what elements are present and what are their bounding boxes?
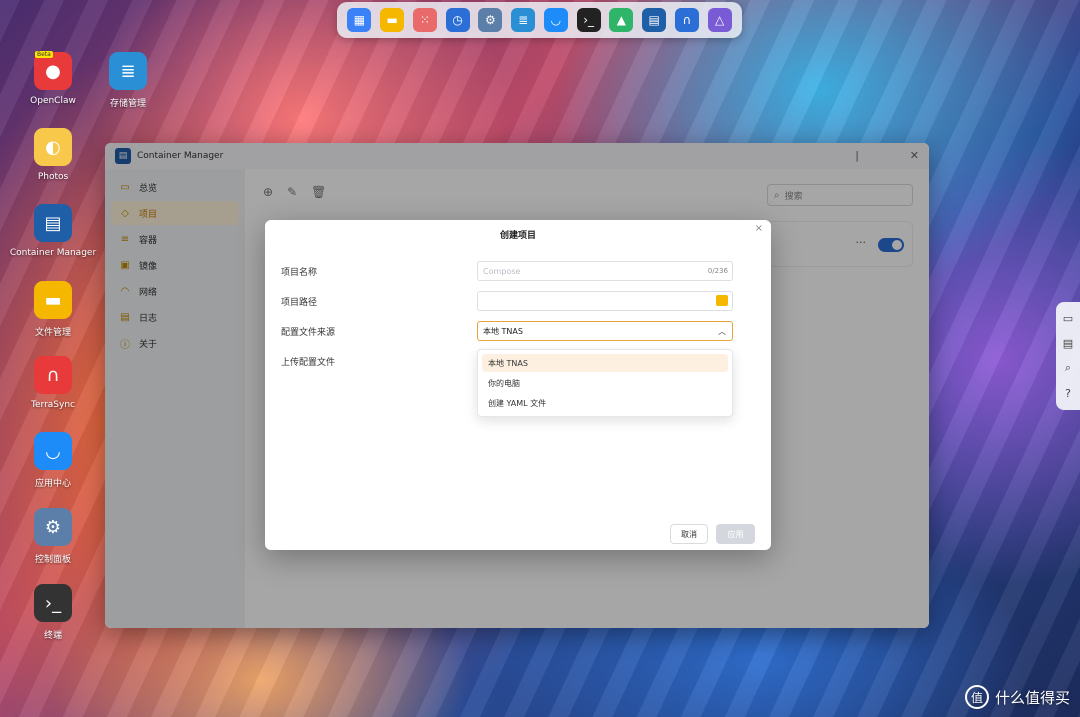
dock-vpn-icon[interactable]: △ xyxy=(707,8,732,32)
project-name-input[interactable]: Compose 0/236 xyxy=(477,261,733,281)
dialog-title: 创建项目 xyxy=(499,231,536,241)
watermark-text: 什么值得买 xyxy=(994,688,1070,707)
desktop-icon-label: Container Manager xyxy=(9,248,97,258)
desktop-icon-app-center[interactable]: ◡ 应用中心 xyxy=(11,432,95,489)
option-create-yaml[interactable]: 创建 YAML 文件 xyxy=(482,394,728,412)
tool-help-icon[interactable]: ? xyxy=(1065,387,1071,400)
close-icon[interactable]: × xyxy=(755,223,763,234)
tool-screen-icon[interactable]: ▭ xyxy=(1063,312,1073,325)
desktop-icon-label: 终端 xyxy=(43,631,62,641)
folder-icon: ▬ xyxy=(34,281,72,319)
dock-docker-icon[interactable]: ▤ xyxy=(642,8,667,32)
desktop-icon-control-panel[interactable]: ⚙ 控制面板 xyxy=(11,508,95,565)
gear-icon: ⚙ xyxy=(34,508,72,546)
apply-button[interactable]: 应用 xyxy=(716,524,755,544)
project-name-placeholder: Compose xyxy=(483,266,521,276)
desktop-icon-label: 存储管理 xyxy=(109,99,146,109)
tool-search-icon[interactable]: ⌕ xyxy=(1065,361,1071,375)
container-manager-icon: ▤ xyxy=(34,204,72,242)
dock-tree-icon[interactable]: ▲ xyxy=(609,8,634,32)
dock-dashboard-icon[interactable]: ▦ xyxy=(347,8,372,32)
desktop-icon-label: 文件管理 xyxy=(34,328,71,338)
desktop-icon-photos[interactable]: ◐ Photos xyxy=(11,128,95,182)
config-source-select[interactable]: 本地 TNAS ︿ xyxy=(477,321,733,341)
option-local-tnas[interactable]: 本地 TNAS xyxy=(482,354,728,372)
desktop-icon-terminal[interactable]: ›_ 终端 xyxy=(11,584,95,641)
dock-settings-icon[interactable]: ⚙ xyxy=(478,8,503,32)
dock-terminal-icon[interactable]: ›_ xyxy=(576,8,601,32)
dock-apps-icon[interactable]: ⁙ xyxy=(412,8,437,32)
project-path-label: 项目路径 xyxy=(281,298,318,308)
terminal-icon: ›_ xyxy=(34,584,72,622)
cancel-button[interactable]: 取消 xyxy=(670,524,708,544)
desktop-icon-terrasync[interactable]: ∩ TerraSync xyxy=(11,356,95,410)
beta-badge: Beta xyxy=(35,51,53,58)
char-counter: 0/236 xyxy=(707,267,728,275)
dock-backup-icon[interactable]: ◷ xyxy=(445,8,470,32)
app-center-icon: ◡ xyxy=(34,432,72,470)
side-tools: ▭ ▤ ⌕ ? xyxy=(1056,302,1080,410)
desktop-icon-label: 控制面板 xyxy=(34,555,71,565)
desktop-icon-file-manager[interactable]: ▬ 文件管理 xyxy=(11,281,95,338)
project-name-label: 项目名称 xyxy=(281,268,318,278)
config-source-value: 本地 TNAS xyxy=(483,326,523,336)
chevron-up-icon: ︿ xyxy=(718,326,726,336)
desktop-icon-label: Photos xyxy=(37,172,69,182)
storage-icon: ≣ xyxy=(109,52,147,90)
desktop-icon-label: OpenClaw xyxy=(30,96,76,106)
openclaw-icon: Beta ● xyxy=(34,51,72,90)
terrasync-icon: ∩ xyxy=(34,356,72,394)
watermark-logo-icon: 值 xyxy=(964,685,989,709)
dock-app-center-icon[interactable]: ◡ xyxy=(543,8,568,32)
desktop-icon-label: TerraSync xyxy=(31,400,75,410)
photos-icon: ◐ xyxy=(34,128,72,166)
folder-icon[interactable] xyxy=(716,295,728,306)
dock-storage-icon[interactable]: ≣ xyxy=(511,8,536,32)
config-source-label: 配置文件来源 xyxy=(281,328,336,338)
dock-headphones-icon[interactable]: ∩ xyxy=(674,8,699,32)
watermark: 值 什么值得买 xyxy=(964,685,1070,709)
dock-notes-icon[interactable]: ▬ xyxy=(380,8,405,32)
config-source-dropdown: 本地 TNAS 你的电脑 创建 YAML 文件 xyxy=(477,349,733,417)
option-your-computer[interactable]: 你的电脑 xyxy=(482,374,728,392)
desktop-icon-container-manager[interactable]: ▤ Container Manager xyxy=(9,204,97,258)
desktop-icon-storage[interactable]: ≣ 存储管理 xyxy=(86,52,170,109)
upload-config-label: 上传配置文件 xyxy=(281,358,336,368)
project-path-input[interactable] xyxy=(477,291,733,311)
create-project-dialog: 创建项目 × 项目名称 Compose 0/236 项目路径 配置文件来源 本地… xyxy=(265,220,771,550)
desktop-icon-label: 应用中心 xyxy=(34,479,71,489)
tool-chat-icon[interactable]: ▤ xyxy=(1063,337,1073,350)
desktop-icon-openclaw[interactable]: Beta ● OpenClaw xyxy=(11,51,95,106)
dock: ▦ ▬ ⁙ ◷ ⚙ ≣ ◡ ›_ ▲ ▤ ∩ △ xyxy=(337,2,742,38)
